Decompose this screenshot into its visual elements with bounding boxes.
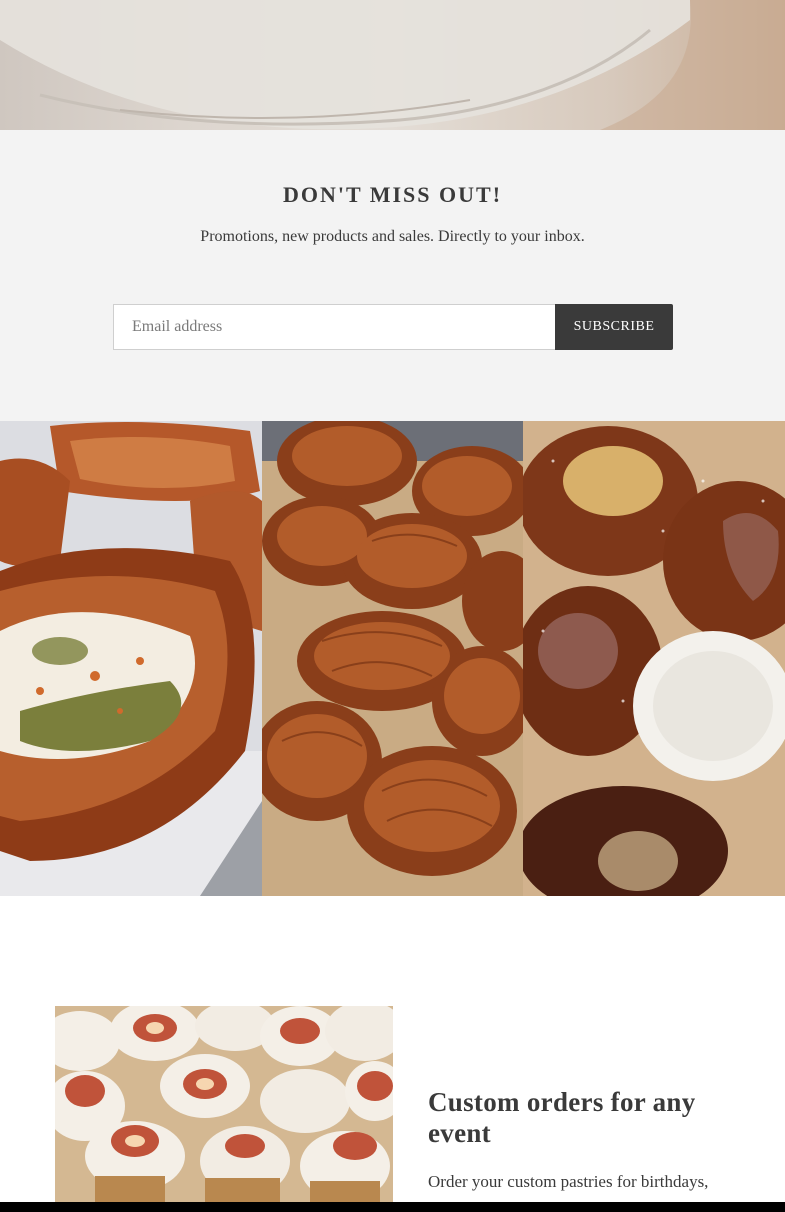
croissants-image[interactable] — [262, 421, 523, 896]
email-field[interactable] — [113, 304, 555, 350]
fig-pastries-image — [55, 1006, 393, 1212]
bottom-edge-bar — [0, 1202, 785, 1212]
newsletter-title: DON'T MISS OUT! — [282, 182, 503, 207]
newsletter-section: DON'T MISS OUT! Promotions, new products… — [0, 130, 785, 421]
instagram-gallery — [0, 421, 785, 896]
custom-orders-title: Custom orders for any event — [428, 1087, 696, 1148]
hero-image-crop — [0, 0, 785, 130]
pesto-danish-image[interactable] — [0, 421, 262, 896]
filled-pastries-image[interactable] — [523, 421, 785, 896]
custom-orders-body: Order your custom pastries for birthdays… — [428, 1172, 709, 1202]
subscribe-button[interactable]: SUBSCRIBE — [555, 304, 673, 350]
newsletter-subtitle: Promotions, new products and sales. Dire… — [200, 228, 585, 245]
newsletter-form: SUBSCRIBE — [113, 304, 673, 350]
